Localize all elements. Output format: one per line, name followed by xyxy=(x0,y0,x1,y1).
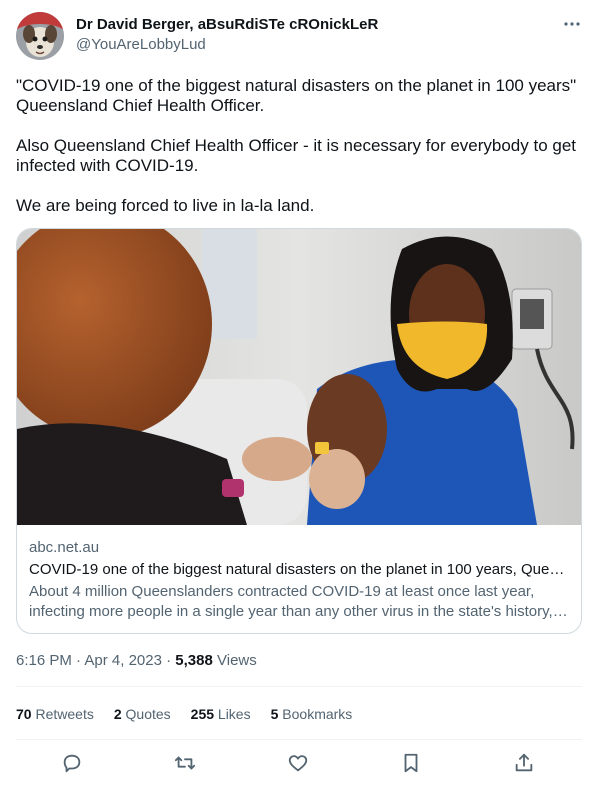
tweet-paragraph: We are being forced to live in la-la lan… xyxy=(16,196,315,215)
stat-label: Bookmarks xyxy=(282,706,353,722)
tweet-paragraph: "COVID-19 one of the biggest natural dis… xyxy=(16,76,577,115)
vaccination-photo xyxy=(17,229,581,525)
stat-count: 70 xyxy=(16,706,32,722)
views-count: 5,388 xyxy=(175,652,213,669)
card-title: COVID-19 one of the biggest natural disa… xyxy=(29,561,569,578)
separator: · xyxy=(166,652,172,669)
separator: · xyxy=(76,652,82,669)
retweet-icon xyxy=(174,756,196,770)
retweet-button[interactable] xyxy=(165,742,205,784)
link-card[interactable]: abc.net.au COVID-19 one of the biggest n… xyxy=(16,228,582,634)
stat-label: Retweets xyxy=(35,706,94,722)
tweet-date[interactable]: Apr 4, 2023 xyxy=(84,652,162,669)
display-name[interactable]: Dr David Berger, aBsuRdiSTe cROnickLeR xyxy=(76,15,378,35)
stat-label: Quotes xyxy=(125,706,171,722)
stat-count: 2 xyxy=(113,706,122,722)
engagement-stats: 70 Retweets 2 Quotes 255 Likes 5 Bookmar… xyxy=(16,704,352,724)
card-meta: abc.net.au COVID-19 one of the biggest n… xyxy=(29,538,569,622)
like-button[interactable] xyxy=(278,742,318,784)
tweet-paragraph: Also Queensland Chief Health Officer - i… xyxy=(16,136,577,175)
stat-label: Likes xyxy=(217,706,251,722)
avatar[interactable] xyxy=(16,12,64,60)
share-button[interactable] xyxy=(504,742,544,784)
stat-retweets[interactable]: 70 Retweets xyxy=(16,704,94,724)
stat-likes[interactable]: 255 Likes xyxy=(191,704,251,724)
card-domain: abc.net.au xyxy=(29,539,100,556)
bookmark-icon xyxy=(404,753,418,773)
card-image xyxy=(17,229,581,525)
user-handle[interactable]: @YouAreLobbyLud xyxy=(76,35,378,55)
reply-button[interactable] xyxy=(52,742,92,784)
share-icon xyxy=(515,753,533,772)
tweet-timestamp-row: 6:16 PM · Apr 4, 2023 · 5,388 Views xyxy=(16,651,257,671)
tweet-time[interactable]: 6:16 PM xyxy=(16,652,72,669)
stat-bookmarks[interactable]: 5 Bookmarks xyxy=(271,704,353,724)
divider xyxy=(16,739,582,740)
bookmark-button[interactable] xyxy=(391,742,431,784)
card-description: About 4 million Queenslanders contracted… xyxy=(29,583,553,620)
tweet-text: "COVID-19 one of the biggest natural dis… xyxy=(16,76,584,216)
stat-count: 5 xyxy=(270,706,279,722)
reply-icon xyxy=(63,754,81,773)
dog-avatar-icon xyxy=(16,12,64,60)
more-options-button[interactable] xyxy=(562,14,582,34)
action-bar xyxy=(16,742,582,784)
user-info: Dr David Berger, aBsuRdiSTe cROnickLeR @… xyxy=(76,15,378,55)
tweet: Dr David Berger, aBsuRdiSTe cROnickLeR @… xyxy=(0,0,598,787)
divider xyxy=(16,686,582,687)
more-dots-icon xyxy=(564,22,580,26)
views-label: Views xyxy=(217,652,257,669)
stat-quotes[interactable]: 2 Quotes xyxy=(114,704,171,724)
stat-count: 255 xyxy=(190,706,215,722)
like-icon xyxy=(288,755,308,772)
